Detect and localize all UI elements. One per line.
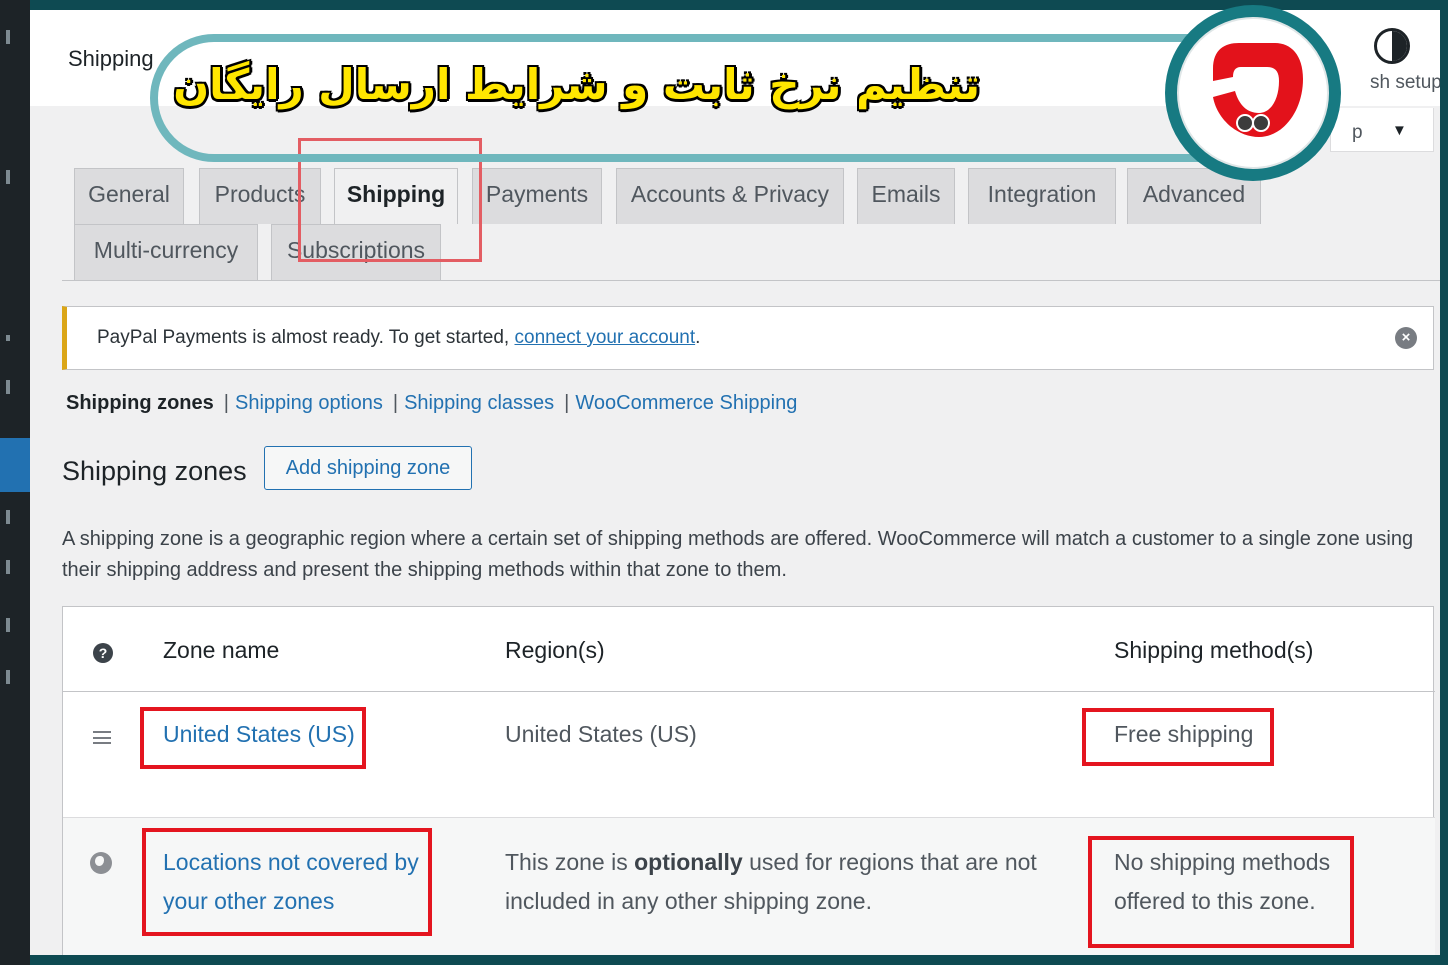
tab-payments[interactable]: Payments	[472, 168, 602, 224]
highlight-zone-name	[140, 707, 366, 769]
subnav-shipping-zones[interactable]: Shipping zones	[66, 392, 214, 414]
subnav-woocommerce-shipping[interactable]: WooCommerce Shipping	[575, 392, 797, 414]
highlight-no-methods	[1088, 836, 1354, 948]
close-icon[interactable]: ×	[1395, 327, 1417, 349]
rest-of-world-region: This zone is optionally used for regions…	[505, 849, 1037, 914]
help-toggle-button[interactable]	[1330, 108, 1434, 152]
logo-icon	[1165, 5, 1341, 181]
tab-accounts-privacy[interactable]: Accounts & Privacy	[616, 168, 844, 224]
chevron-down-icon: ▼	[1392, 122, 1407, 139]
admin-menu-active-item[interactable]	[0, 438, 40, 492]
shipping-subnav: Shipping zones | Shipping options | Shipping…	[66, 392, 798, 414]
admin-menu-strip	[0, 0, 40, 965]
help-label: p	[1352, 122, 1363, 143]
connect-account-link[interactable]: connect your account	[515, 327, 696, 348]
globe-icon	[90, 852, 112, 874]
help-icon[interactable]: ?	[93, 643, 113, 663]
column-regions: Region(s)	[505, 637, 605, 663]
logo-mark	[1213, 43, 1303, 137]
column-zone-name: Zone name	[163, 637, 280, 663]
zones-description: A shipping zone is a geographic region w…	[62, 528, 1414, 581]
subnav-shipping-classes[interactable]: Shipping classes	[404, 392, 554, 414]
banner-text: تنظیم نرخ ثابت و شرایط ارسال رایگان	[173, 60, 980, 109]
subnav-shipping-options[interactable]: Shipping options	[235, 392, 383, 414]
add-shipping-zone-button[interactable]: Add shipping zone	[264, 446, 472, 490]
section-heading: Shipping zones	[62, 456, 247, 486]
tab-integration[interactable]: Integration	[968, 168, 1116, 224]
notice-text: PayPal Payments is almost ready. To get …	[97, 327, 701, 348]
drag-handle-icon[interactable]	[93, 731, 111, 744]
contrast-icon[interactable]	[1374, 28, 1410, 64]
highlight-fallback-zone	[142, 828, 432, 936]
tab-multi-currency[interactable]: Multi-currency	[74, 224, 258, 280]
tab-general[interactable]: General	[74, 168, 184, 224]
finish-setup-link[interactable]: sh setup	[1370, 72, 1440, 94]
zone-region: United States (US)	[505, 721, 697, 747]
paypal-notice: PayPal Payments is almost ready. To get …	[62, 306, 1434, 370]
page-title: Shipping	[68, 46, 154, 71]
tabs-divider	[62, 280, 1440, 281]
highlight-free-shipping	[1082, 708, 1274, 766]
tab-emails[interactable]: Emails	[857, 168, 955, 224]
column-shipping-methods: Shipping method(s)	[1114, 637, 1314, 663]
